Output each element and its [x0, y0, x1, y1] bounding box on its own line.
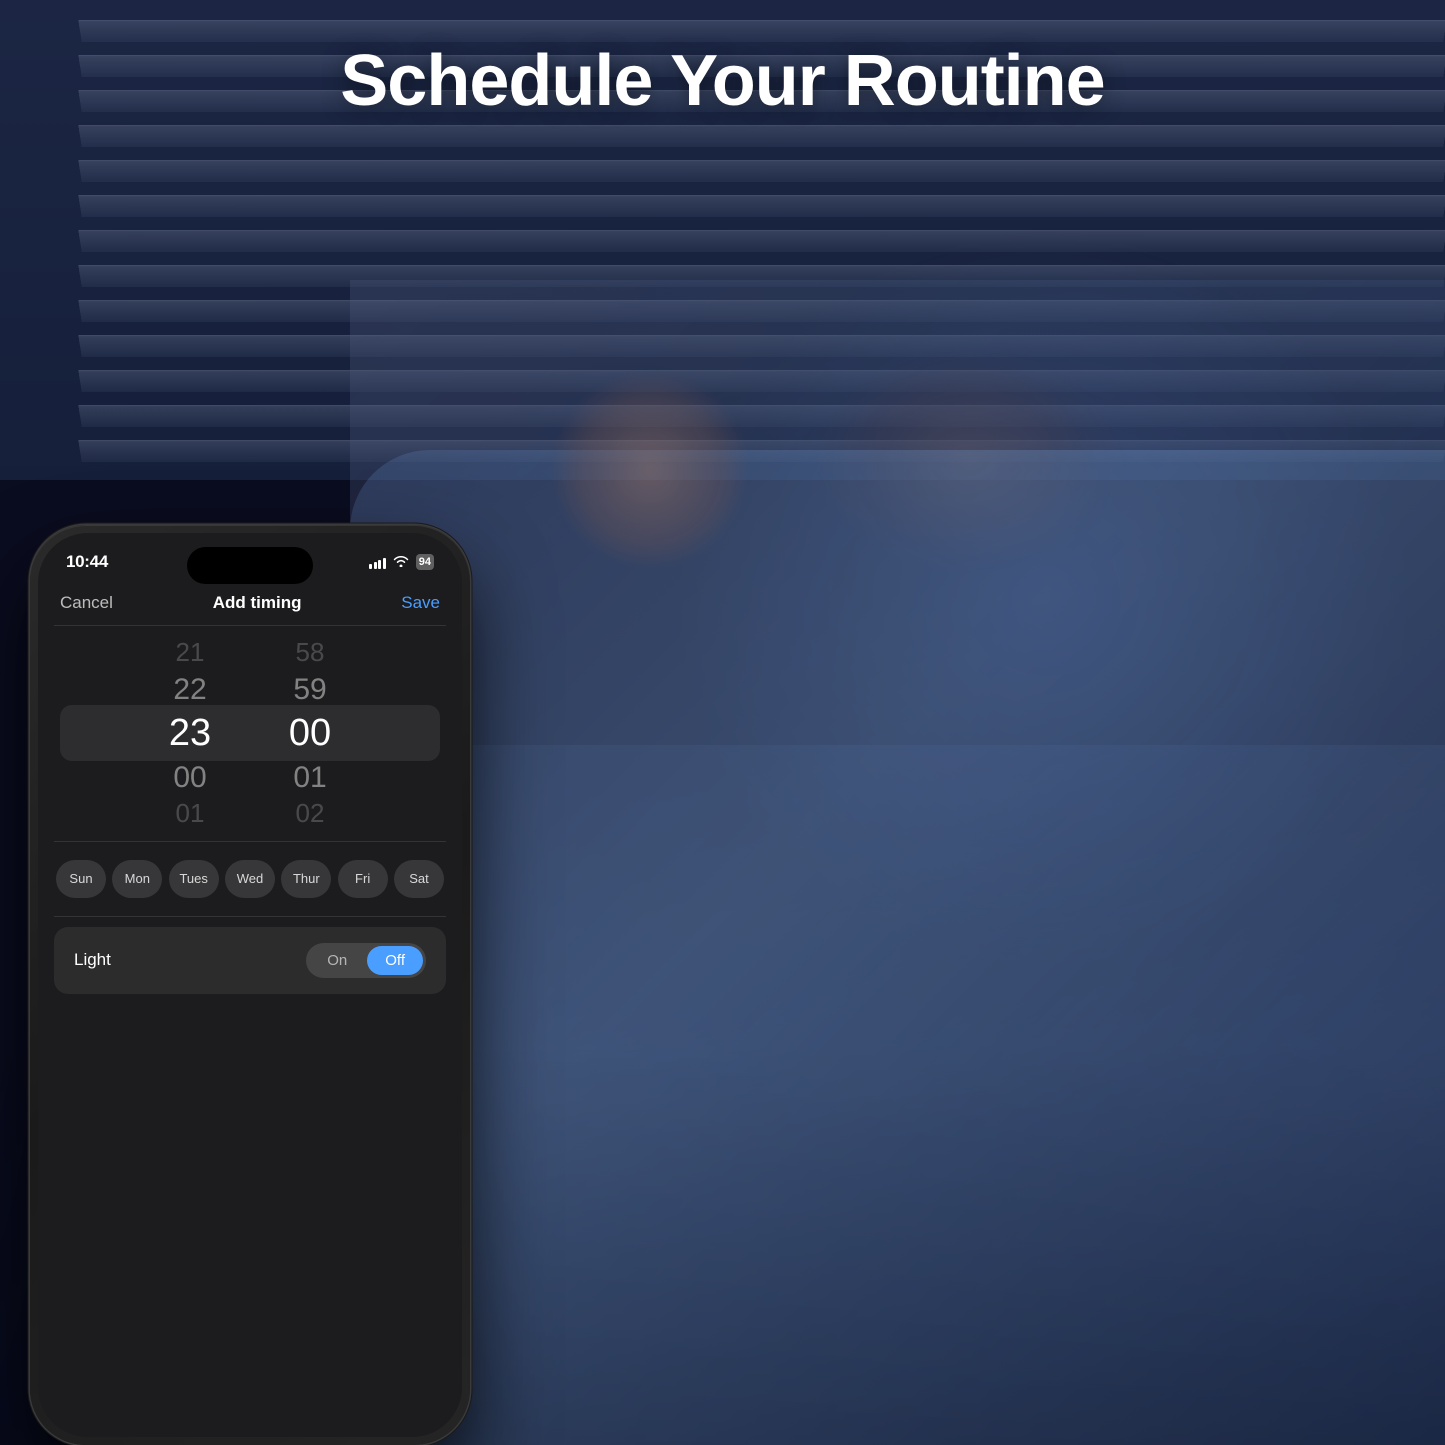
- day-wed[interactable]: Wed: [225, 860, 275, 898]
- save-button[interactable]: Save: [401, 593, 440, 613]
- hour-tertiary: 21: [130, 636, 250, 670]
- hour-prev: 22: [130, 670, 250, 709]
- light-label: Light: [74, 950, 111, 970]
- day-sun[interactable]: Sun: [56, 860, 106, 898]
- phone-mockup: 10:44: [30, 525, 470, 1445]
- minute-next: 01: [250, 758, 370, 797]
- dynamic-island: [187, 547, 313, 584]
- phone-frame: 10:44: [30, 525, 470, 1445]
- minute-tertiary: 58: [250, 636, 370, 670]
- day-mon[interactable]: Mon: [112, 860, 162, 898]
- battery-level: 94: [419, 556, 431, 568]
- minute-selected: 00: [250, 709, 370, 758]
- minute-next-next: 02: [250, 797, 370, 831]
- status-icons: 94: [369, 554, 434, 570]
- toggle-off[interactable]: Off: [367, 946, 423, 975]
- cancel-button[interactable]: Cancel: [60, 593, 113, 613]
- app-header: Cancel Add timing Save: [38, 585, 462, 625]
- hours-column[interactable]: 21 22 23 00 01: [130, 636, 250, 831]
- signal-bar-4: [383, 558, 386, 569]
- signal-icon: [369, 556, 386, 569]
- status-time: 10:44: [66, 552, 108, 572]
- signal-bar-3: [378, 560, 381, 569]
- time-picker[interactable]: 21 22 23 00 01 58 59 00 01 02: [38, 626, 462, 841]
- hour-next: 00: [130, 758, 250, 797]
- signal-bar-2: [374, 562, 377, 569]
- face-glow: [550, 370, 750, 570]
- phone-screen: 10:44: [38, 533, 462, 1437]
- blanket-overlay: [350, 450, 1445, 1445]
- hour-next-next: 01: [130, 797, 250, 831]
- day-sat[interactable]: Sat: [394, 860, 444, 898]
- minute-prev: 59: [250, 670, 370, 709]
- hour-selected: 23: [130, 709, 250, 758]
- minutes-column[interactable]: 58 59 00 01 02: [250, 636, 370, 831]
- signal-bar-1: [369, 564, 372, 569]
- day-selector: Sun Mon Tues Wed Thur Fri Sat: [38, 842, 462, 916]
- toggle-on[interactable]: On: [309, 946, 365, 975]
- app-title: Add timing: [213, 593, 302, 613]
- wifi-icon: [393, 555, 409, 570]
- page-title: Schedule Your Routine: [0, 40, 1445, 122]
- light-control-row: Light On Off: [54, 927, 446, 994]
- days-divider: [54, 916, 446, 917]
- status-bar: 10:44: [38, 533, 462, 585]
- on-off-toggle[interactable]: On Off: [306, 943, 426, 978]
- day-fri[interactable]: Fri: [338, 860, 388, 898]
- day-thur[interactable]: Thur: [281, 860, 331, 898]
- battery-icon: 94: [416, 554, 434, 570]
- day-tues[interactable]: Tues: [169, 860, 219, 898]
